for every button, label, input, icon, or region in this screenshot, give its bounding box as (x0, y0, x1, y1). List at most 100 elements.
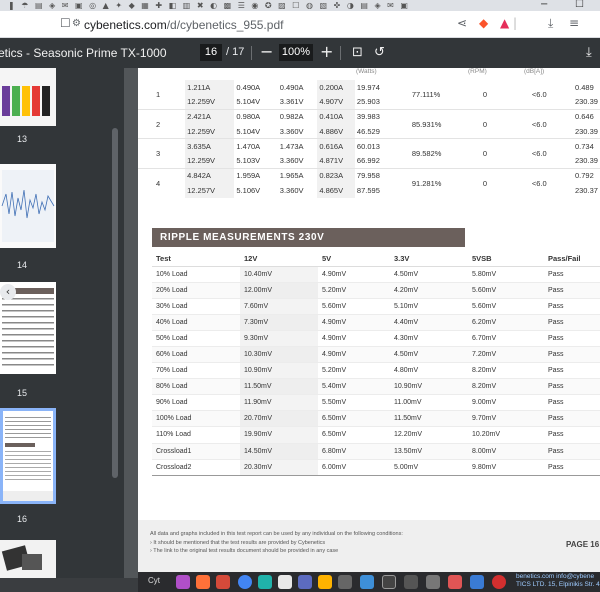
sidebar-bottom (0, 578, 138, 592)
ripple-value-cell: 5.10mV (390, 298, 468, 315)
app-icon[interactable] (278, 575, 292, 589)
fit-page-icon[interactable]: ⊡ (352, 45, 363, 60)
brave-shield-icon[interactable]: ◆ (479, 16, 488, 30)
load-test-row: 4 4.842A 1.959A 1.965A 0.823A 79.958 91.281% 0 <… (138, 167, 600, 198)
ripple-value-cell: 5.50mV (318, 394, 390, 412)
download-icon[interactable]: ⤓ (548, 16, 553, 31)
download-pdf-icon[interactable]: ⤓ (586, 45, 592, 60)
fan-cell: 0 (466, 138, 514, 169)
maximize-icon[interactable]: ☐ (575, 0, 584, 10)
zoom-out-button[interactable]: − (260, 42, 273, 61)
ripple-header-row: Test 12V 5V 3.3V 5VSB Pass/Fail (152, 252, 600, 267)
ripple-test-cell: 100% Load (152, 410, 240, 428)
power-icon[interactable] (492, 575, 506, 589)
ripple-result-cell: Pass (544, 282, 600, 299)
noise-cell: <6.0 (513, 138, 573, 169)
site-info-icon[interactable]: ⚙ (72, 18, 81, 29)
rewards-icon[interactable]: ▲ (500, 16, 509, 30)
ripple-result-cell: Pass (544, 314, 600, 331)
zoom-in-button[interactable]: + (320, 42, 333, 61)
pf-cell: 0.792 (572, 167, 600, 183)
app-icon[interactable] (298, 575, 312, 589)
measurement-cell: 1.965A (277, 167, 318, 183)
header-pass-fail: Pass/Fail (544, 252, 600, 267)
ripple-value-cell: 8.00mV (468, 443, 544, 460)
thumbnail-sidebar: 13 14 ‹ 15 16 (0, 68, 124, 578)
footer-note: › It should be mentioned that the test r… (150, 539, 326, 546)
ripple-value-cell: 6.80mV (318, 443, 390, 460)
menu-icon[interactable]: ≡ (569, 16, 579, 30)
thumbnail-page-17[interactable] (0, 540, 56, 578)
bookmark-icon[interactable]: ☐ (60, 16, 71, 30)
app-icon[interactable] (258, 575, 272, 589)
measurement-cell: 4.886V (317, 124, 355, 139)
thumbnail-page-13[interactable] (0, 68, 56, 126)
ripple-value-cell: 4.90mV (318, 346, 390, 364)
ripple-row: Crossload1 14.50mV 6.80mV 13.50mV 8.00mV Pass (152, 443, 600, 460)
pdf-toolbar: etics - Seasonic Prime TX-1000 16 / 17 −… (0, 38, 600, 68)
fan-cell: 0 (466, 108, 514, 139)
test-number: 2 (138, 108, 186, 139)
measurement-cell: 0.410A (317, 108, 355, 125)
app-icon[interactable] (318, 575, 332, 589)
ripple-value-cell: 20.30mV (240, 459, 318, 476)
url-field[interactable]: cybenetics.com/d/cybenetics_955.pdf (84, 18, 283, 32)
measurement-cell: 0.616A (317, 138, 355, 154)
page-number-input[interactable]: 16 (200, 44, 222, 61)
chevron-left-icon[interactable]: ‹ (0, 284, 16, 300)
noise-cell: <6.0 (513, 108, 573, 139)
efficiency-cell: 77.111% (411, 89, 441, 99)
ripple-value-cell: 4.90mV (318, 330, 390, 347)
rotate-icon[interactable]: ↺ (374, 45, 385, 60)
ripple-test-cell: 50% Load (152, 330, 240, 347)
measurement-cell: 0.982A (277, 108, 318, 125)
measurement-cell: 1.959A (234, 167, 278, 183)
ripple-value-cell: 6.50mV (318, 426, 390, 444)
ripple-value-cell: 6.70mV (468, 330, 544, 347)
app-icon[interactable] (426, 575, 440, 589)
thumbnail-label: 15 (17, 388, 28, 398)
ripple-value-cell: 9.70mV (468, 410, 544, 428)
terminal-icon[interactable] (338, 575, 352, 589)
app-icon[interactable] (382, 575, 396, 589)
footer-note: › The link to the original test results … (150, 548, 339, 554)
tab-favicons[interactable]: ❚ ☂ ▤ ◈ ✉ ▣ ◎ ▲ ✦ ◆ ▦ ✚ ◧ ▥ ✖ ◐ ▩ ☰ ◉ ✪ … (8, 1, 410, 10)
ripple-value-cell: 5.40mV (318, 378, 390, 396)
app-icon[interactable] (216, 575, 230, 589)
ripple-value-cell: 7.60mV (240, 298, 318, 315)
app-icon[interactable] (404, 575, 418, 589)
app-icon[interactable] (448, 575, 462, 589)
measurement-cell: 5.106V (236, 185, 261, 195)
ripple-result-cell: Pass (544, 426, 600, 444)
ripple-value-cell: 4.80mV (390, 362, 468, 380)
ripple-value-cell: 9.80mV (468, 459, 544, 476)
app-icon[interactable] (470, 575, 484, 589)
ripple-result-cell: Pass (544, 443, 600, 460)
ripple-value-cell: 4.50mV (390, 266, 468, 283)
measurement-cell: 0.823A (317, 167, 355, 183)
dock-page-text: Cyt (148, 576, 160, 585)
zoom-level-input[interactable]: 100% (279, 44, 313, 61)
measurement-cell: 5.103V (236, 156, 261, 166)
app-icon[interactable] (360, 575, 374, 589)
app-icon[interactable] (176, 575, 190, 589)
minimize-icon[interactable]: − (540, 0, 548, 10)
measurement-cell: 12.259V (185, 94, 235, 110)
thumbnail-page-16[interactable] (0, 408, 56, 504)
contact-info: TICS LTD. 15, Elpinikis Str. 4 (516, 581, 600, 588)
test-number: 3 (138, 138, 186, 169)
measurement-cell: 4.871V (317, 153, 355, 169)
ripple-result-cell: Pass (544, 394, 600, 412)
ripple-test-cell: Crossload1 (152, 443, 240, 460)
chrome-icon[interactable] (238, 575, 252, 589)
thumbnail-page-14[interactable] (0, 164, 56, 248)
measurement-cell: 1.211A (185, 80, 235, 95)
share-icon[interactable]: ⋖ (457, 16, 467, 30)
ripple-value-cell: 11.00mV (390, 394, 468, 412)
firefox-icon[interactable] (196, 575, 210, 589)
sidebar-scrollbar[interactable] (112, 128, 118, 478)
measurement-cell: 46.529 (356, 126, 380, 136)
ripple-row: 110% Load 19.90mV 6.50mV 12.20mV 10.20mV Pass (152, 426, 600, 444)
ripple-value-cell: 5.60mV (468, 282, 544, 299)
ripple-value-cell: 5.60mV (468, 298, 544, 315)
